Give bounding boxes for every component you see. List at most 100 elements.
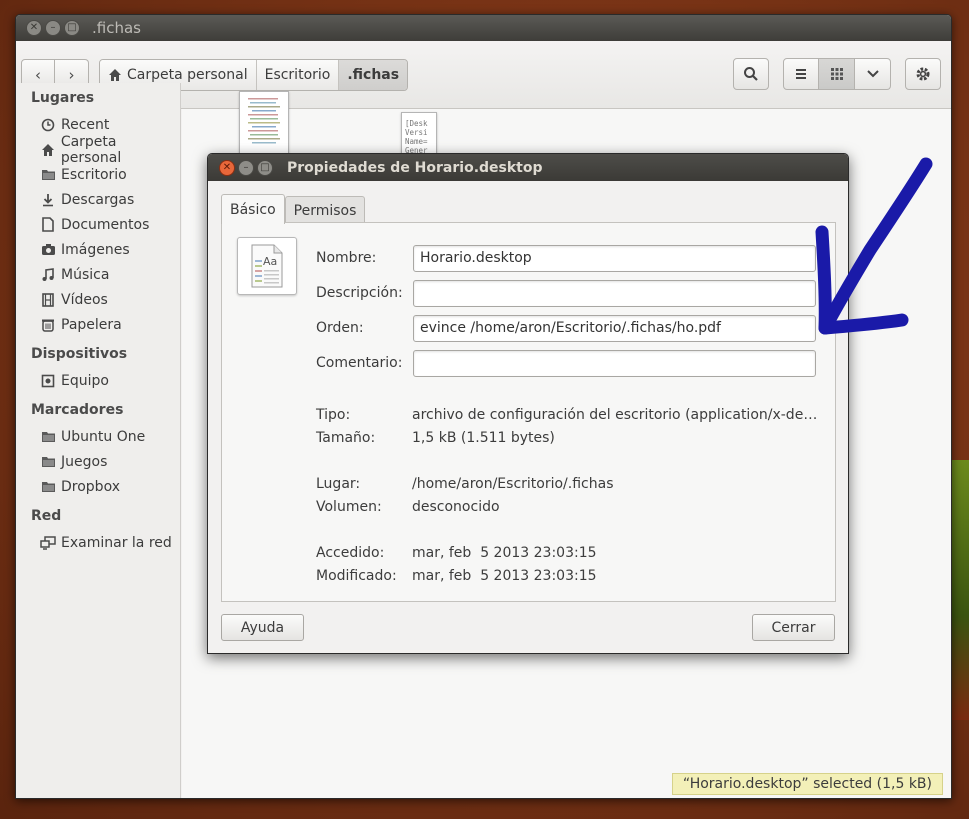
list-view-icon (796, 69, 806, 79)
properties-dialog: ✕ – □ Propiedades de Horario.desktop Bás… (207, 153, 849, 654)
descripcion-row: Descripción: (316, 279, 822, 307)
pdf-thumbnail-icon (248, 98, 280, 144)
grid-view-button[interactable] (819, 58, 855, 90)
dialog-close-button[interactable]: ✕ (219, 159, 235, 176)
sidebar-item-examinar-red[interactable]: Examinar la red (16, 530, 180, 555)
lugar-label: Lugar: (316, 476, 361, 492)
sidebar-item-label: Descargas (61, 191, 135, 208)
sidebar-item-papelera[interactable]: Papelera (16, 312, 180, 337)
trash-icon (40, 317, 56, 333)
file-type-icon[interactable]: Aa (237, 237, 297, 295)
sidebar-heading-red: Red (31, 508, 62, 524)
folder-icon (40, 479, 56, 495)
nombre-label: Nombre: (316, 250, 377, 266)
orden-row: Orden: (316, 314, 822, 342)
sidebar-item-label: Documentos (61, 216, 150, 233)
settings-button[interactable] (905, 58, 941, 90)
text-file-icon: Aa (251, 244, 283, 288)
dialog-minimize-button[interactable]: – (238, 159, 254, 176)
tamano-value: 1,5 kB (1.511 bytes) (412, 430, 555, 446)
modificado-label: Modificado: (316, 568, 397, 584)
desktop-wallpaper-strip (952, 460, 969, 720)
dialog-maximize-button[interactable]: □ (257, 159, 273, 176)
window-maximize-button[interactable]: □ (64, 20, 80, 36)
nombre-input[interactable] (413, 244, 816, 272)
tipo-value: archivo de configuración del escritorio … (412, 407, 822, 423)
tamano-row: Tamaño: 1,5 kB (1.511 bytes) (316, 427, 826, 449)
sidebar-item-label: Papelera (61, 316, 122, 333)
accedido-row: Accedido: mar, feb 5 2013 23:03:15 (316, 542, 826, 564)
sidebar-item-escritorio[interactable]: Escritorio (16, 162, 180, 187)
sidebar-item-label: Carpeta personal (60, 133, 122, 166)
sidebar-item-documentos[interactable]: Documentos (16, 212, 180, 237)
home-icon (40, 142, 56, 158)
sidebar-heading-dispositivos: Dispositivos (31, 346, 128, 362)
volumen-label: Volumen: (316, 499, 382, 515)
descripcion-input[interactable] (413, 279, 816, 307)
sidebar-item-label: Escritorio (61, 166, 127, 183)
comentario-row: Comentario: (316, 349, 822, 377)
grid-view-icon (830, 68, 843, 80)
breadcrumb-fichas[interactable]: .fichas (339, 59, 408, 90)
folder-icon (40, 429, 56, 445)
dialog-tabs: Básico Permisos (221, 194, 366, 224)
sidebar-item-label: Recent (61, 116, 110, 133)
chevron-right-icon: › (68, 65, 75, 84)
preview-line: Name= (405, 137, 428, 146)
accedido-label: Accedido: (316, 545, 385, 561)
breadcrumb-escritorio[interactable]: Escritorio (256, 59, 340, 90)
comentario-input[interactable] (413, 349, 816, 377)
film-icon (40, 292, 56, 308)
tamano-label: Tamaño: (316, 430, 376, 446)
sidebar-item-musica[interactable]: Música (16, 262, 180, 287)
breadcrumb-label: .fichas (347, 66, 400, 83)
window-title: .fichas (92, 19, 141, 37)
volumen-row: Volumen: desconocido (316, 496, 826, 518)
status-bar: “Horario.desktop” selected (1,5 kB) (671, 773, 943, 795)
sidebar-item-label: Ubuntu One (61, 428, 146, 445)
preview-line: [Desk (405, 119, 428, 128)
sidebar-item-descargas[interactable]: Descargas (16, 187, 180, 212)
sidebar-item-label: Juegos (61, 453, 108, 470)
sidebar-item-label: Equipo (61, 372, 109, 389)
sidebar-item-carpeta-personal[interactable]: Carpeta personal (16, 134, 180, 166)
modificado-row: Modificado: mar, feb 5 2013 23:03:15 (316, 565, 826, 587)
document-icon (40, 217, 56, 233)
computer-icon (40, 373, 56, 389)
view-options-button[interactable] (855, 58, 891, 90)
sidebar-item-dropbox[interactable]: Dropbox (16, 474, 180, 499)
lugar-value: /home/aron/Escritorio/.fichas (412, 476, 614, 492)
sidebar-item-juegos[interactable]: Juegos (16, 449, 180, 474)
help-button[interactable]: Ayuda (221, 614, 304, 641)
sidebar-item-imagenes[interactable]: Imágenes (16, 237, 180, 262)
descripcion-label: Descripción: (316, 285, 403, 301)
preview-line: Versi (405, 128, 428, 137)
close-button[interactable]: Cerrar (752, 614, 835, 641)
sidebar: Lugares Recent Carpeta personal Escritor… (16, 83, 181, 798)
sidebar-item-label: Vídeos (61, 291, 108, 308)
sidebar-item-equipo[interactable]: Equipo (16, 368, 180, 393)
sidebar-heading-lugares: Lugares (31, 90, 95, 106)
sidebar-item-ubuntu-one[interactable]: Ubuntu One (16, 424, 180, 449)
tab-permisos[interactable]: Permisos (284, 196, 366, 224)
orden-input[interactable] (413, 314, 816, 342)
download-icon (40, 192, 56, 208)
pdf-file-icon[interactable] (239, 91, 289, 157)
home-icon (109, 68, 121, 81)
tab-basico[interactable]: Básico (221, 194, 285, 224)
list-view-button[interactable] (783, 58, 819, 90)
tipo-row: Tipo: archivo de configuración del escri… (316, 404, 826, 426)
chevron-left-icon: ‹ (35, 65, 41, 84)
folder-icon (40, 167, 56, 183)
breadcrumb-label: Escritorio (264, 66, 331, 83)
search-icon (744, 67, 758, 81)
window-close-button[interactable]: ✕ (26, 20, 42, 36)
sidebar-item-label: Dropbox (61, 478, 120, 495)
network-icon (40, 535, 56, 551)
breadcrumb-label: Carpeta personal (127, 66, 248, 83)
window-minimize-button[interactable]: – (45, 20, 61, 36)
search-button[interactable] (733, 58, 769, 90)
sidebar-item-videos[interactable]: Vídeos (16, 287, 180, 312)
window-titlebar: ✕ – □ .fichas (16, 15, 951, 41)
nombre-row: Nombre: (316, 244, 822, 272)
